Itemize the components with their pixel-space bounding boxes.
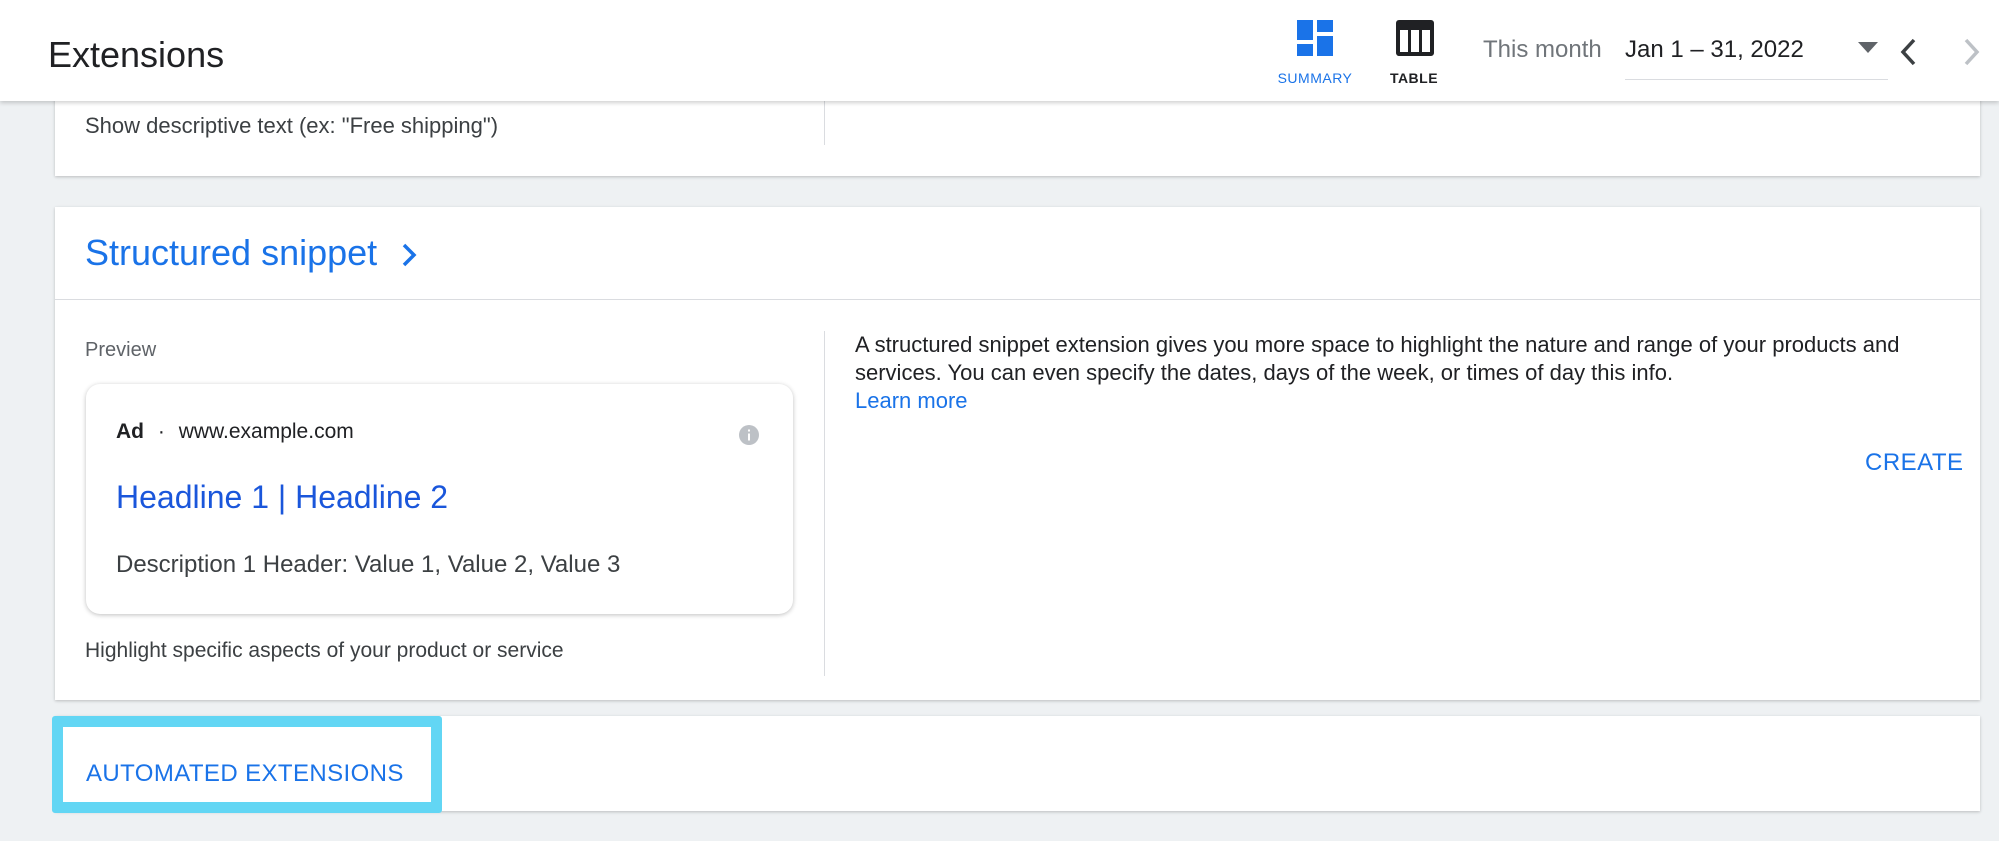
page-title: Extensions <box>48 34 225 75</box>
automated-extensions-button[interactable]: AUTOMATED EXTENSIONS <box>52 716 442 813</box>
snippet-summary-text: Highlight specific aspects of your produ… <box>85 639 564 662</box>
separator-dot: · <box>157 420 165 443</box>
table-view-button[interactable]: TABLE <box>1364 18 1464 90</box>
ad-badge: Ad <box>116 420 144 443</box>
card-column-divider <box>824 331 825 676</box>
period-label: This month <box>1483 36 1602 63</box>
snippet-explanation-text: A structured snippet extension gives you… <box>855 332 1900 385</box>
callout-description: Show descriptive text (ex: "Free shippin… <box>85 113 499 138</box>
table-view-label: TABLE <box>1389 70 1439 86</box>
create-button[interactable]: CREATE <box>1865 449 1964 477</box>
preview-label: Preview <box>85 339 157 361</box>
snippet-explanation: A structured snippet extension gives you… <box>855 331 1955 415</box>
structured-snippet-title: Structured snippet <box>85 232 378 273</box>
ad-display-url: www.example.com <box>178 420 354 443</box>
chevron-right-icon[interactable] <box>1962 36 1982 68</box>
dropdown-arrow-icon <box>1858 42 1878 53</box>
callout-extension-card: Show descriptive text (ex: "Free shippin… <box>55 90 1980 176</box>
dashboard-icon <box>1297 20 1333 56</box>
structured-snippet-title-link[interactable]: Structured snippet <box>85 232 417 274</box>
summary-view-label: SUMMARY <box>1277 70 1353 86</box>
summary-view-button[interactable]: SUMMARY <box>1265 18 1365 90</box>
learn-more-link[interactable]: Learn more <box>855 388 968 413</box>
table-icon <box>1396 20 1434 56</box>
chevron-left-icon[interactable] <box>1898 36 1918 68</box>
automated-extensions-label: AUTOMATED EXTENSIONS <box>86 760 404 787</box>
ad-preview: Ad · www.example.com Headline 1 | Headli… <box>86 384 793 614</box>
card-header-divider <box>55 299 1980 300</box>
ad-description: Description 1 Header: Value 1, Value 2, … <box>116 551 621 578</box>
structured-snippet-card: Structured snippet Preview Ad · www.exam… <box>55 207 1980 700</box>
date-range-selector[interactable]: Jan 1 – 31, 2022 <box>1625 22 1888 80</box>
ad-headline: Headline 1 | Headline 2 <box>116 479 449 515</box>
ad-url-row: Ad · www.example.com <box>116 420 354 444</box>
date-range-value: Jan 1 – 31, 2022 <box>1625 36 1804 63</box>
top-app-bar: Extensions SUMMARY TABLE This month Jan … <box>0 0 1999 101</box>
info-icon[interactable] <box>739 425 759 445</box>
chevron-right-icon <box>402 244 417 267</box>
